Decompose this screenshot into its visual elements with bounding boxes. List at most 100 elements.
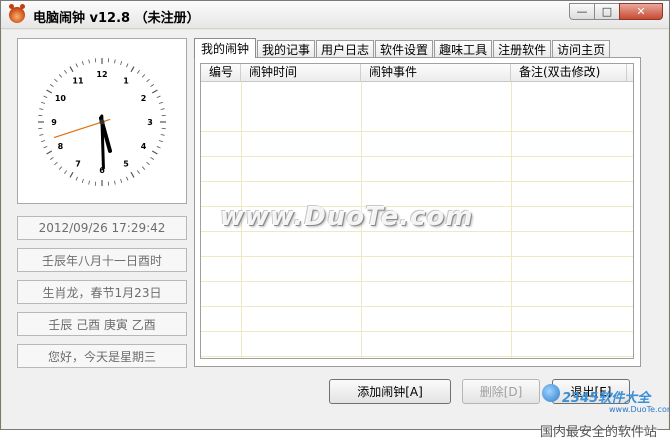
clock-tick: [121, 61, 122, 65]
tab-homepage[interactable]: 访问主页: [552, 40, 610, 58]
clock-numeral: 9: [51, 118, 57, 127]
clock-tick: [41, 102, 45, 103]
clock-tick: [41, 141, 45, 142]
title-bar[interactable]: 电脑闹钟 v12.8 （未注册） — □ ✕: [1, 1, 669, 29]
clock-tick: [39, 134, 43, 135]
clock-tick: [137, 171, 139, 174]
clock-numeral: 10: [55, 94, 67, 103]
table-row[interactable]: [201, 282, 634, 307]
clock-tick: [161, 109, 165, 110]
clock-tick: [151, 84, 154, 86]
window-title: 电脑闹钟 v12.8 （未注册）: [33, 7, 200, 26]
clock-tick: [76, 177, 78, 181]
minimize-button[interactable]: —: [569, 3, 595, 20]
clock-tick: [114, 181, 115, 185]
column-header-number[interactable]: 编号: [201, 64, 241, 82]
clock-numeral: 11: [72, 76, 84, 85]
watermark-logo-icon: [542, 384, 560, 402]
column-header-filler: [627, 64, 634, 82]
clock-numeral: 3: [147, 118, 153, 127]
clock-tick: [47, 151, 52, 154]
clock-tick: [59, 74, 62, 77]
clock-numeral: 12: [96, 70, 107, 79]
clock-numeral: 7: [75, 160, 81, 169]
tab-fun-tools[interactable]: 趣味工具: [434, 40, 492, 58]
watermark-2345: 2345软件大全: [562, 387, 650, 406]
clock-tick: [50, 157, 53, 159]
table-row[interactable]: [201, 157, 634, 182]
tab-settings[interactable]: 软件设置: [375, 40, 433, 58]
tab-my-alarms[interactable]: 我的闹钟: [194, 38, 256, 58]
table-row[interactable]: [201, 257, 634, 282]
table-row[interactable]: [201, 107, 634, 132]
clock-tick: [70, 67, 73, 72]
clock-tick: [142, 74, 145, 77]
greeting-display: 您好，今天是星期三: [17, 344, 187, 368]
clock-tick: [89, 181, 90, 185]
lunar-date-display: 壬辰年八月十一日酉时: [17, 248, 187, 272]
clock-tick: [47, 90, 52, 93]
column-header-alarm-time[interactable]: 闹钟时间: [241, 64, 361, 82]
clock-tick: [114, 59, 115, 63]
clock-tick: [70, 172, 73, 177]
clock-tick: [126, 177, 128, 181]
clock-numeral: 8: [58, 142, 64, 151]
clock-numeral: 4: [141, 142, 147, 151]
analog-clock: 121234567891011: [17, 38, 187, 204]
clock-tick: [64, 171, 66, 174]
clock-tick: [142, 167, 145, 170]
clock-tick: [44, 96, 48, 98]
delete-button[interactable]: 删除[D]: [462, 379, 540, 404]
clock-tick: [82, 179, 83, 183]
column-header-note[interactable]: 备注(双击修改): [511, 64, 627, 82]
tab-my-notes[interactable]: 我的记事: [257, 40, 315, 58]
clock-tick: [44, 146, 48, 148]
tab-register[interactable]: 注册软件: [493, 40, 551, 58]
table-row[interactable]: [201, 232, 634, 257]
clock-tick: [131, 172, 134, 177]
clock-tick: [50, 84, 53, 86]
clock-tick: [121, 179, 122, 183]
clock-tick: [54, 162, 57, 165]
clock-tick: [39, 109, 43, 110]
column-header-alarm-event[interactable]: 闹钟事件: [361, 64, 511, 82]
clock-numeral: 5: [123, 160, 129, 169]
ganzhi-display: 壬辰 己酉 庚寅 乙酉: [17, 312, 187, 336]
clock-tick: [147, 79, 150, 82]
clock-numeral: 1: [123, 76, 129, 85]
clock-tick: [151, 157, 154, 159]
clock-tick: [54, 79, 57, 82]
clock-tick: [137, 70, 139, 73]
close-button[interactable]: ✕: [619, 3, 663, 20]
clock-tick: [82, 61, 83, 65]
clock-center: [100, 120, 105, 125]
add-alarm-button[interactable]: 添加闹钟[A]: [329, 379, 451, 404]
table-row[interactable]: [201, 357, 634, 359]
tab-user-log[interactable]: 用户日志: [316, 40, 374, 58]
clock-tick: [126, 64, 128, 68]
table-column-divider: [511, 82, 512, 358]
clock-tick: [157, 146, 161, 148]
clock-numeral: 2: [141, 94, 147, 103]
table-row[interactable]: [201, 307, 634, 332]
clock-tick: [147, 162, 150, 165]
tab-strip: 我的闹钟 我的记事 用户日志 软件设置 趣味工具 注册软件 访问主页: [194, 38, 611, 58]
watermark-url: www.DuoTe.com: [609, 405, 670, 414]
zodiac-display: 生肖龙，春节1月23日: [17, 280, 187, 304]
watermark-slogan: 国内最安全的软件站: [540, 421, 657, 440]
clock-tick: [161, 134, 165, 135]
maximize-button[interactable]: □: [594, 3, 620, 20]
clock-tick: [64, 70, 66, 73]
clock-tick: [76, 64, 78, 68]
table-header: 编号 闹钟时间 闹钟事件 备注(双击修改): [201, 64, 634, 82]
clock-tick: [152, 90, 157, 93]
table-row[interactable]: [201, 332, 634, 357]
clock-tick: [159, 141, 163, 142]
clock-tick: [152, 151, 157, 154]
clock-face: 121234567891011: [18, 39, 186, 203]
window-controls: — □ ✕: [570, 3, 663, 20]
app-window: 电脑闹钟 v12.8 （未注册） — □ ✕ 121234567891011 2…: [0, 0, 670, 430]
clock-tick: [89, 59, 90, 63]
alarm-clock-icon: [9, 7, 25, 23]
table-row[interactable]: [201, 132, 634, 157]
